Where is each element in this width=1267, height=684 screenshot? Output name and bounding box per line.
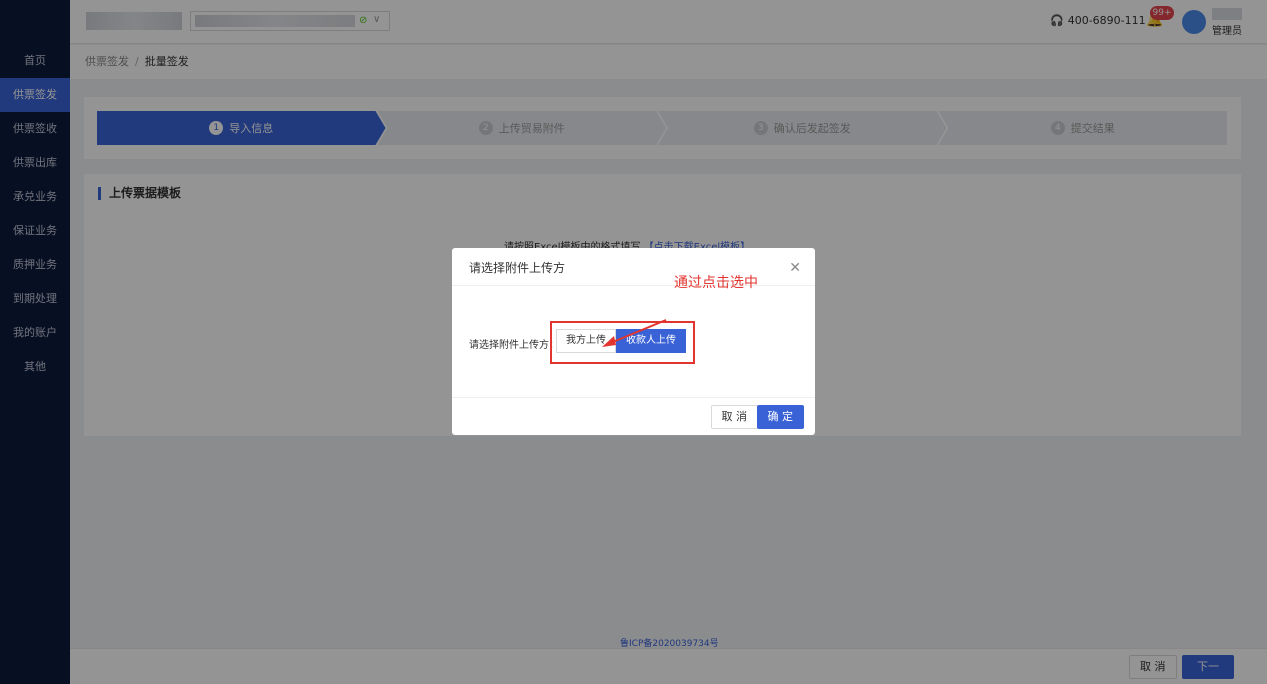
upload-party-dialog: 请选择附件上传方 ✕ 请选择附件上传方： 我方上传 收款人上传 通过点击选中 取…: [452, 248, 815, 435]
dialog-cancel-button[interactable]: 取 消: [710, 405, 758, 429]
dialog-confirm-button[interactable]: 确 定: [756, 405, 804, 429]
dialog-footer: 取 消 确 定: [452, 398, 815, 435]
dialog-body: 请选择附件上传方： 我方上传 收款人上传 通过点击选中: [452, 275, 815, 398]
dialog-title: 请选择附件上传方: [469, 261, 566, 275]
close-icon[interactable]: ✕: [789, 248, 801, 288]
annotation-text: 通过点击选中: [674, 275, 758, 291]
dialog-header: 请选择附件上传方 ✕: [452, 248, 815, 286]
annotation-arrow: [602, 319, 667, 347]
upload-party-label: 请选择附件上传方：: [469, 340, 559, 351]
